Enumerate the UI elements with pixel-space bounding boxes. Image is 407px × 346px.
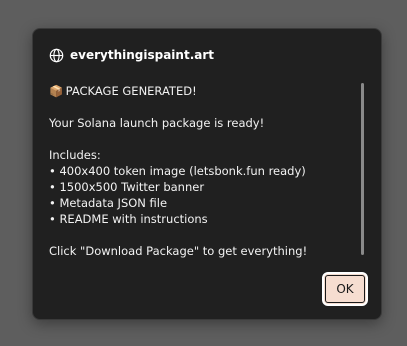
message-item: • 1500x500 Twitter banner <box>49 180 205 194</box>
message-scrollbar[interactable] <box>361 83 364 255</box>
message-item: • 400x400 token image (letsbonk.fun read… <box>49 164 306 178</box>
package-icon: 📦 <box>49 84 64 98</box>
message-intro: Your Solana launch package is ready! <box>49 116 265 130</box>
message-item: • README with instructions <box>49 212 208 226</box>
message-title-line: 📦 PACKAGE GENERATED! <box>49 83 345 99</box>
globe-icon <box>49 48 64 63</box>
dialog-origin: everythingispaint.art <box>70 48 215 62</box>
message-footer: Click "Download Package" to get everythi… <box>49 244 308 258</box>
dialog-message: 📦 PACKAGE GENERATED! Your Solana launch … <box>49 83 345 261</box>
message-includes-label: Includes: <box>49 148 101 162</box>
ok-button[interactable]: OK <box>322 272 368 306</box>
message-title: PACKAGE GENERATED! <box>65 84 197 98</box>
message-item: • Metadata JSON file <box>49 196 168 210</box>
alert-dialog: everythingispaint.art 📦 PACKAGE GENERATE… <box>32 28 382 320</box>
dialog-header: everythingispaint.art <box>49 45 214 65</box>
